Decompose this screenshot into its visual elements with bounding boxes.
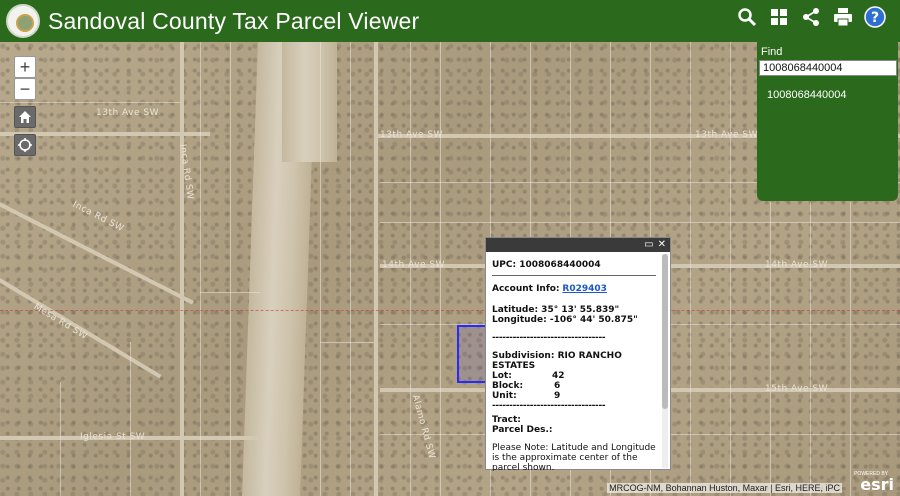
popup-content: UPC: 1008068440004 Account Info: R029403… bbox=[486, 252, 662, 471]
county-seal-logo bbox=[6, 4, 40, 38]
unit-label: Unit: bbox=[492, 391, 517, 401]
esri-logo[interactable]: esri bbox=[860, 475, 894, 494]
road-label: 14th Ave SW bbox=[765, 260, 829, 270]
map-attribution: MRCOG-NM, Bohannan Huston, Maxar | Esri,… bbox=[607, 483, 842, 493]
road-label: 13th Ave SW bbox=[96, 108, 160, 118]
road-diagonal-w bbox=[0, 272, 162, 379]
search-icon[interactable] bbox=[736, 6, 758, 28]
header-toolbar: ? bbox=[736, 6, 886, 28]
separator-line: --------------------------------- bbox=[492, 401, 606, 411]
home-icon bbox=[19, 111, 31, 123]
find-label: Find bbox=[761, 46, 783, 58]
road-vertical-mid bbox=[374, 42, 378, 496]
parcel-line bbox=[200, 42, 201, 496]
parcel-line bbox=[0, 102, 180, 103]
zoom-out-button[interactable]: − bbox=[14, 78, 36, 100]
locate-button[interactable] bbox=[14, 134, 36, 156]
lot-row: Lot: 42 bbox=[492, 371, 656, 381]
parcel-line bbox=[320, 342, 374, 343]
longitude-text: Longitude: -106° 44' 50.875" bbox=[492, 315, 638, 325]
road-label: Alamo Rd SW bbox=[409, 393, 437, 461]
app-header: Sandoval County Tax Parcel Viewer ? bbox=[0, 0, 900, 42]
parcel-line bbox=[690, 42, 691, 496]
road-label: Iglesia St SW bbox=[80, 432, 146, 442]
divider bbox=[492, 275, 656, 276]
parcel-line bbox=[730, 42, 731, 496]
locate-icon bbox=[18, 138, 32, 152]
parcel-line bbox=[60, 382, 61, 496]
arroyo-wash-upper bbox=[282, 42, 337, 162]
close-icon[interactable]: ✕ bbox=[658, 240, 666, 250]
road-label: Inca Rd SW bbox=[70, 199, 126, 235]
parcel-line bbox=[230, 42, 231, 496]
subdivision-text: Subdivision: RIO RANCHO ESTATES bbox=[492, 351, 622, 371]
find-panel: Find 1008068440004 bbox=[757, 42, 898, 201]
account-link[interactable]: R029403 bbox=[562, 284, 607, 294]
boundary-dashed-line bbox=[0, 310, 900, 311]
popup-titlebar: ▭ ✕ bbox=[486, 238, 670, 252]
block-row: Block: 6 bbox=[492, 381, 656, 391]
block-label: Block: bbox=[492, 381, 524, 391]
note-text: Please Note: Latitude and Longitude is t… bbox=[492, 443, 656, 471]
parcel-line bbox=[380, 222, 900, 223]
parcel-line bbox=[810, 202, 811, 496]
parcel-info-popup: ▭ ✕ UPC: 1008068440004 Account Info: R02… bbox=[485, 237, 671, 471]
parcel-line bbox=[850, 202, 851, 496]
unit-value: 9 bbox=[554, 391, 561, 401]
maximize-icon[interactable]: ▭ bbox=[644, 240, 653, 250]
home-button[interactable] bbox=[14, 106, 36, 128]
zoom-in-button[interactable]: + bbox=[14, 56, 36, 78]
parcel-line bbox=[770, 202, 771, 496]
basemap-gallery-icon[interactable] bbox=[768, 6, 790, 28]
parcel-line bbox=[200, 292, 260, 293]
help-icon[interactable]: ? bbox=[864, 6, 886, 28]
account-label: Account Info: bbox=[492, 284, 560, 294]
road-label: 13th Ave SW bbox=[695, 130, 759, 140]
road-label: 13th Ave SW bbox=[380, 130, 444, 140]
scrollbar-thumb[interactable] bbox=[662, 254, 668, 409]
road-diagonal-nw bbox=[0, 192, 194, 305]
find-input[interactable] bbox=[759, 60, 897, 76]
tract-text: Tract: bbox=[492, 415, 521, 425]
road-label: Mesa Rd SW bbox=[31, 302, 90, 342]
unit-row: Unit: 9 bbox=[492, 391, 656, 401]
find-result-item[interactable]: 1008068440004 bbox=[767, 89, 896, 101]
lot-label: Lot: bbox=[492, 371, 512, 381]
share-icon[interactable] bbox=[800, 6, 822, 28]
popup-scrollbar[interactable] bbox=[662, 254, 668, 468]
parcel-des-text: Parcel Des.: bbox=[492, 425, 553, 435]
parcel-line bbox=[350, 42, 351, 496]
latitude-text: Latitude: 35° 13' 55.839" bbox=[492, 305, 620, 315]
upc-text: UPC: 1008068440004 bbox=[492, 260, 601, 270]
road-inca-rd bbox=[180, 42, 184, 496]
road-label: 14th Ave SW bbox=[382, 260, 446, 270]
road-label: 15th Ave SW bbox=[765, 384, 829, 394]
app-title: Sandoval County Tax Parcel Viewer bbox=[48, 7, 420, 34]
parcel-line bbox=[320, 42, 321, 496]
separator-line: --------------------------------- bbox=[492, 333, 606, 343]
block-value: 6 bbox=[554, 381, 561, 391]
parcel-line bbox=[130, 342, 131, 496]
svg-text:?: ? bbox=[871, 10, 879, 26]
print-icon[interactable] bbox=[832, 6, 854, 28]
lot-value: 42 bbox=[552, 371, 565, 381]
